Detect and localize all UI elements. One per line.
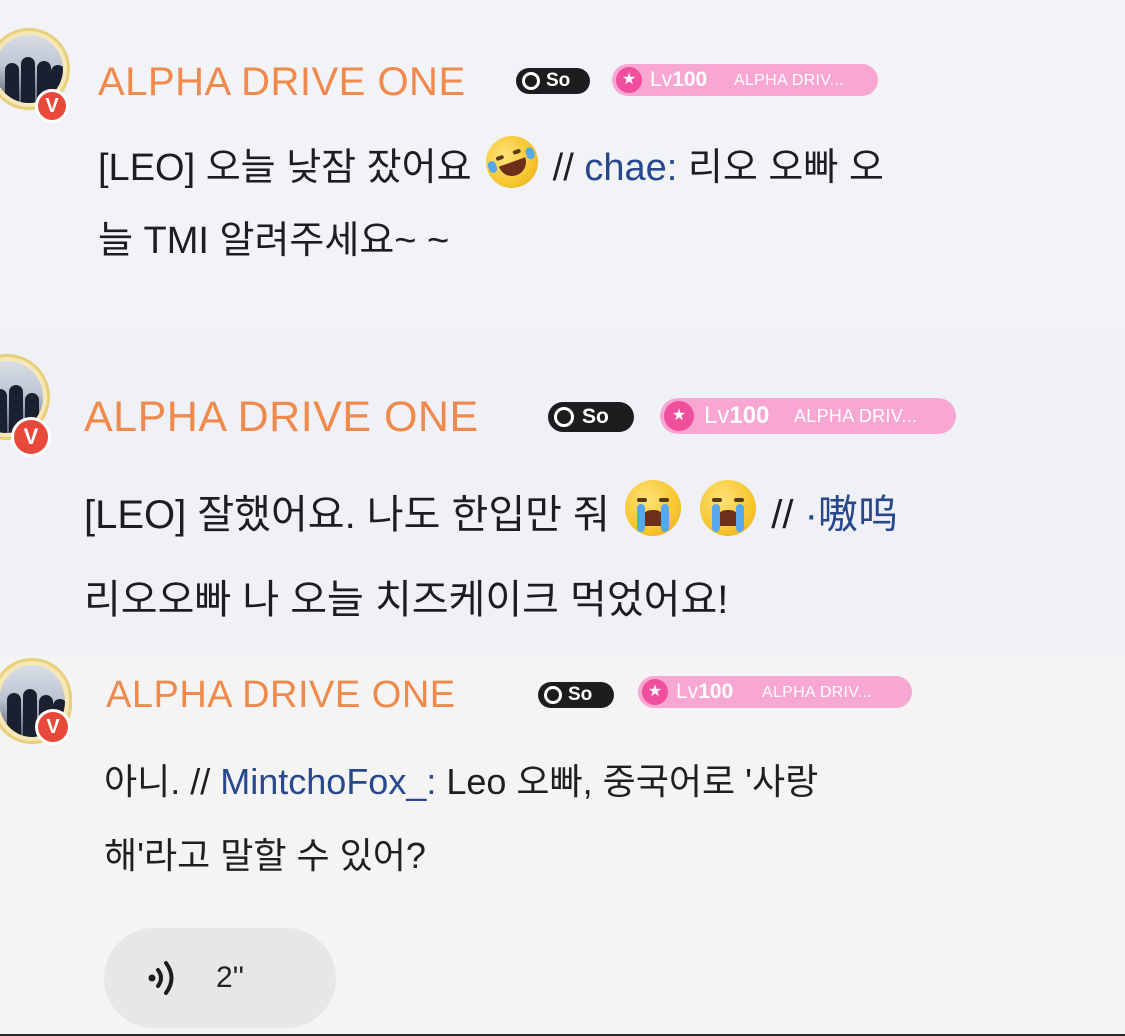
avatar[interactable]: V [0,28,70,123]
so-ring-icon [554,407,574,427]
voice-message-button[interactable]: 2'' [104,928,336,1028]
level-badge: ★ Lv100 ALPHA DRIV... [660,398,956,434]
mention-user[interactable]: ·嗷呜 [805,493,898,537]
crying-emoji-icon [624,480,681,536]
verified-icon: V [35,89,69,123]
so-ring-icon [522,72,540,90]
star-icon: ★ [664,401,694,431]
verified-icon: V [11,417,51,457]
author-name[interactable]: ALPHA DRIVE ONE [98,62,466,102]
chat-message: V ALPHA DRIVE ONE So ★ Lv100 ALPHA DRIV.… [0,330,1125,656]
message-text: 아니. // MintchoFox_: Leo 오빠, 중국어로 '사랑 [104,761,819,802]
star-icon: ★ [642,679,668,705]
level-badge: ★ Lv100 ALPHA DRIV... [638,676,912,708]
chat-message: V ALPHA DRIVE ONE So ★ Lv100 ALPHA DRIV.… [0,0,1125,330]
message-text-line2: 늘 TMI 알려주세요~ ~ [98,220,450,262]
avatar[interactable]: V [0,658,72,745]
author-name[interactable]: ALPHA DRIVE ONE [106,676,456,714]
message-text-line2: 해'라고 말할 수 있어? [104,835,426,876]
rolling-laughing-emoji-icon [478,128,546,196]
voice-duration: 2'' [216,961,245,994]
mention-user[interactable]: chae: [584,147,677,189]
so-badge: So [548,402,634,432]
message-text: [LEO] 잘했어요. 나도 한입만 줘 // ·嗷呜 [84,480,898,547]
mention-user[interactable]: MintchoFox_: [220,761,436,802]
level-badge: ★ Lv100 ALPHA DRIV... [612,64,878,96]
crying-emoji-icon [700,480,757,536]
so-badge: So [538,682,614,708]
avatar[interactable]: V [0,354,51,457]
chat-message: V ALPHA DRIVE ONE So ★ Lv100 ALPHA DRIV.… [0,656,1125,1036]
message-text: [LEO] 오늘 낮잠 잤어요 // chae: 리오 오빠 오 [98,128,884,197]
so-ring-icon [544,686,562,704]
star-icon: ★ [616,67,642,93]
author-name[interactable]: ALPHA DRIVE ONE [84,396,479,439]
so-badge: So [516,68,590,94]
audio-wave-icon [148,961,174,995]
verified-icon: V [35,709,71,745]
message-text-line2: 리오오빠 나 오늘 치즈케이크 먹었어요! [84,578,729,622]
